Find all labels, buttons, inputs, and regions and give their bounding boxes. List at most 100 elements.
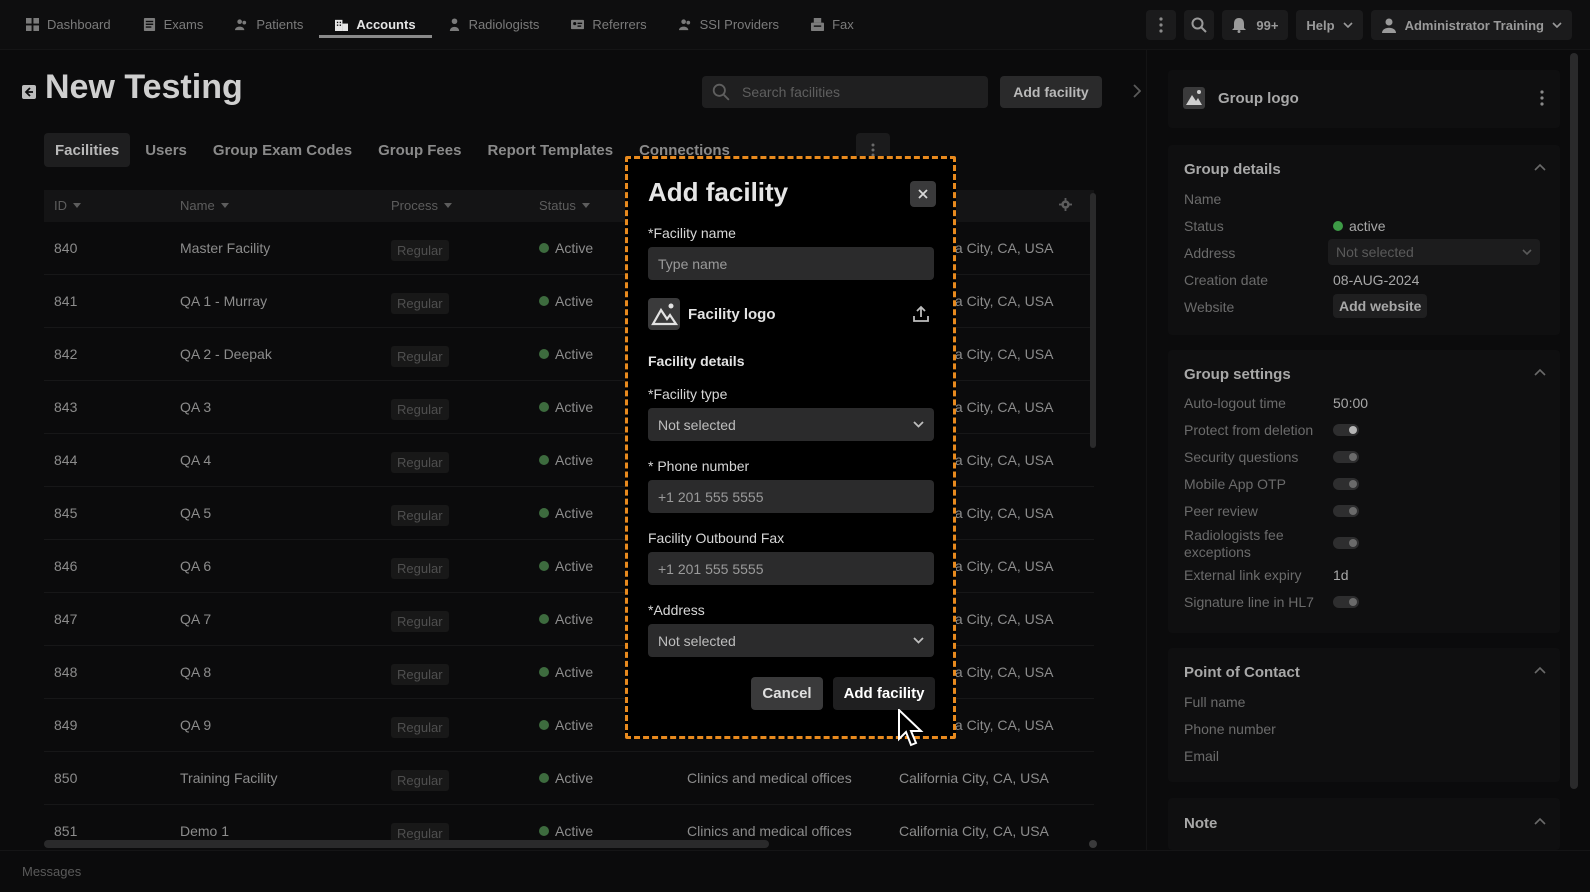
gear-icon [1059,198,1072,211]
close-button[interactable] [910,181,936,207]
referrers-icon [571,19,585,30]
help-menu[interactable]: Help [1296,10,1363,40]
fax-placeholder: +1 201 555 5555 [658,560,764,577]
nav-item-exams[interactable]: Exams [127,0,220,50]
notifications-button[interactable]: 99+ [1222,10,1289,40]
nav-item-radiologists[interactable]: Radiologists [432,0,556,50]
facility-details-heading: Facility details [648,353,745,369]
fax-icon [811,18,825,31]
messages-bar[interactable]: Messages [0,850,1590,892]
signature-toggle[interactable] [1333,596,1359,608]
group-details-title: Group details [1184,161,1281,178]
status-cell: Active [539,611,593,627]
otp-toggle[interactable] [1333,478,1359,490]
tab-facilities[interactable]: Facilities [44,133,131,167]
column-header-process[interactable]: Process [391,198,452,213]
column-header-id[interactable]: ID [54,198,81,213]
address-label: Address [1184,245,1236,261]
table-vertical-scrollbar[interactable] [1090,193,1096,448]
nav-item-accounts[interactable]: Accounts [319,0,432,50]
global-search-button[interactable] [1184,10,1215,40]
chevron-up-icon[interactable] [1534,666,1546,674]
security-label: Security questions [1184,449,1299,465]
chevron-down-icon [1552,22,1562,28]
address-select[interactable]: Not selected [1328,239,1540,265]
page-title: New Testing [45,68,243,106]
address-select-value: Not selected [1336,244,1414,260]
table-horizontal-scrollbar[interactable] [44,840,769,848]
nav-item-patients[interactable]: Patients [219,0,319,50]
group-settings-card: Group settings Auto-logout time 50:00 Pr… [1168,350,1560,633]
search-placeholder: Search facilities [742,84,841,100]
status-cell: Active [539,823,593,839]
add-facility-submit-button[interactable]: Add facility [833,677,935,710]
status-dot [539,296,549,306]
facility-search-input[interactable]: Search facilities [702,76,988,108]
status-dot [539,720,549,730]
more-menu-button[interactable] [1146,10,1177,40]
nav-item-ssi-providers[interactable]: SSI Providers [663,0,795,50]
fax-label: Facility Outbound Fax [648,530,785,546]
creation-date-label: Creation date [1184,272,1269,288]
user-menu[interactable]: Administrator Training [1370,10,1572,40]
column-header-status[interactable]: Status [539,198,590,213]
back-button[interactable] [22,85,36,99]
peer-review-toggle[interactable] [1333,505,1359,517]
chevron-up-icon[interactable] [1534,368,1546,376]
cell-name: QA 9 [180,717,212,733]
expand-panel-button[interactable] [1133,84,1142,103]
bell-icon [1232,17,1247,33]
tab-report-templates[interactable]: Report Templates [476,133,624,167]
status-dot [1333,221,1343,231]
cell-name: QA 7 [180,611,212,627]
scrollbar-end-cap [1089,840,1097,848]
nav-label: Radiologists [468,17,540,32]
upload-icon[interactable] [912,305,930,323]
status-label: Status [1184,218,1224,234]
cell-id: 847 [54,611,78,627]
tab-group-fees[interactable]: Group Fees [367,133,472,167]
chevron-up-icon[interactable] [1534,163,1546,171]
security-toggle[interactable] [1333,451,1359,463]
nav-label: Fax [832,17,854,32]
ssi-providers-icon [678,19,690,31]
chevron-down-icon [913,421,924,428]
table-row[interactable]: 850 Training Facility Regular Active Cli… [44,752,1094,805]
panel-scrollbar[interactable] [1570,53,1578,789]
facility-name-input[interactable]: Type name [648,247,934,280]
nav-item-dashboard[interactable]: Dashboard [10,0,127,50]
address-select[interactable]: Not selected [648,624,934,657]
tab-users[interactable]: Users [134,133,198,167]
status-cell: Active [539,717,593,733]
group-logo-card: Group logo [1168,70,1560,128]
chevron-up-icon[interactable] [1534,817,1546,825]
status-cell: Active [539,664,593,680]
header-label: Status [539,198,576,213]
add-facility-button[interactable]: Add facility [1000,76,1102,108]
messages-label: Messages [22,864,82,879]
protect-toggle[interactable] [1333,424,1359,436]
table-settings-button[interactable] [1059,198,1072,211]
table-row[interactable]: 851 Demo 1 Regular Active Clinics and me… [44,805,1094,845]
nav-item-referrers[interactable]: Referrers [555,0,662,50]
nav-item-fax[interactable]: Fax [795,0,870,50]
facility-type-select[interactable]: Not selected [648,408,934,441]
fee-exceptions-toggle[interactable] [1333,537,1359,549]
cancel-button[interactable]: Cancel [751,677,823,710]
add-website-button[interactable]: Add website [1333,294,1428,318]
autologout-value: 50:00 [1333,395,1369,411]
phone-label: * Phone number [648,458,750,474]
user-label: Administrator Training [1404,17,1544,33]
cell-facility-type: Clinics and medical offices [687,823,852,839]
kebab-icon[interactable] [1540,90,1544,106]
search-icon [712,83,730,101]
tab-group-exam-codes[interactable]: Group Exam Codes [202,133,363,167]
status-text: Active [555,452,594,468]
column-header-name[interactable]: Name [180,198,229,213]
process-badge: Regular [391,558,449,579]
phone-input[interactable]: +1 201 555 5555 [648,480,934,513]
address-label: *Address [648,602,705,618]
fax-input[interactable]: +1 201 555 5555 [648,552,934,585]
close-icon [918,189,928,199]
facility-name-placeholder: Type name [658,255,728,272]
